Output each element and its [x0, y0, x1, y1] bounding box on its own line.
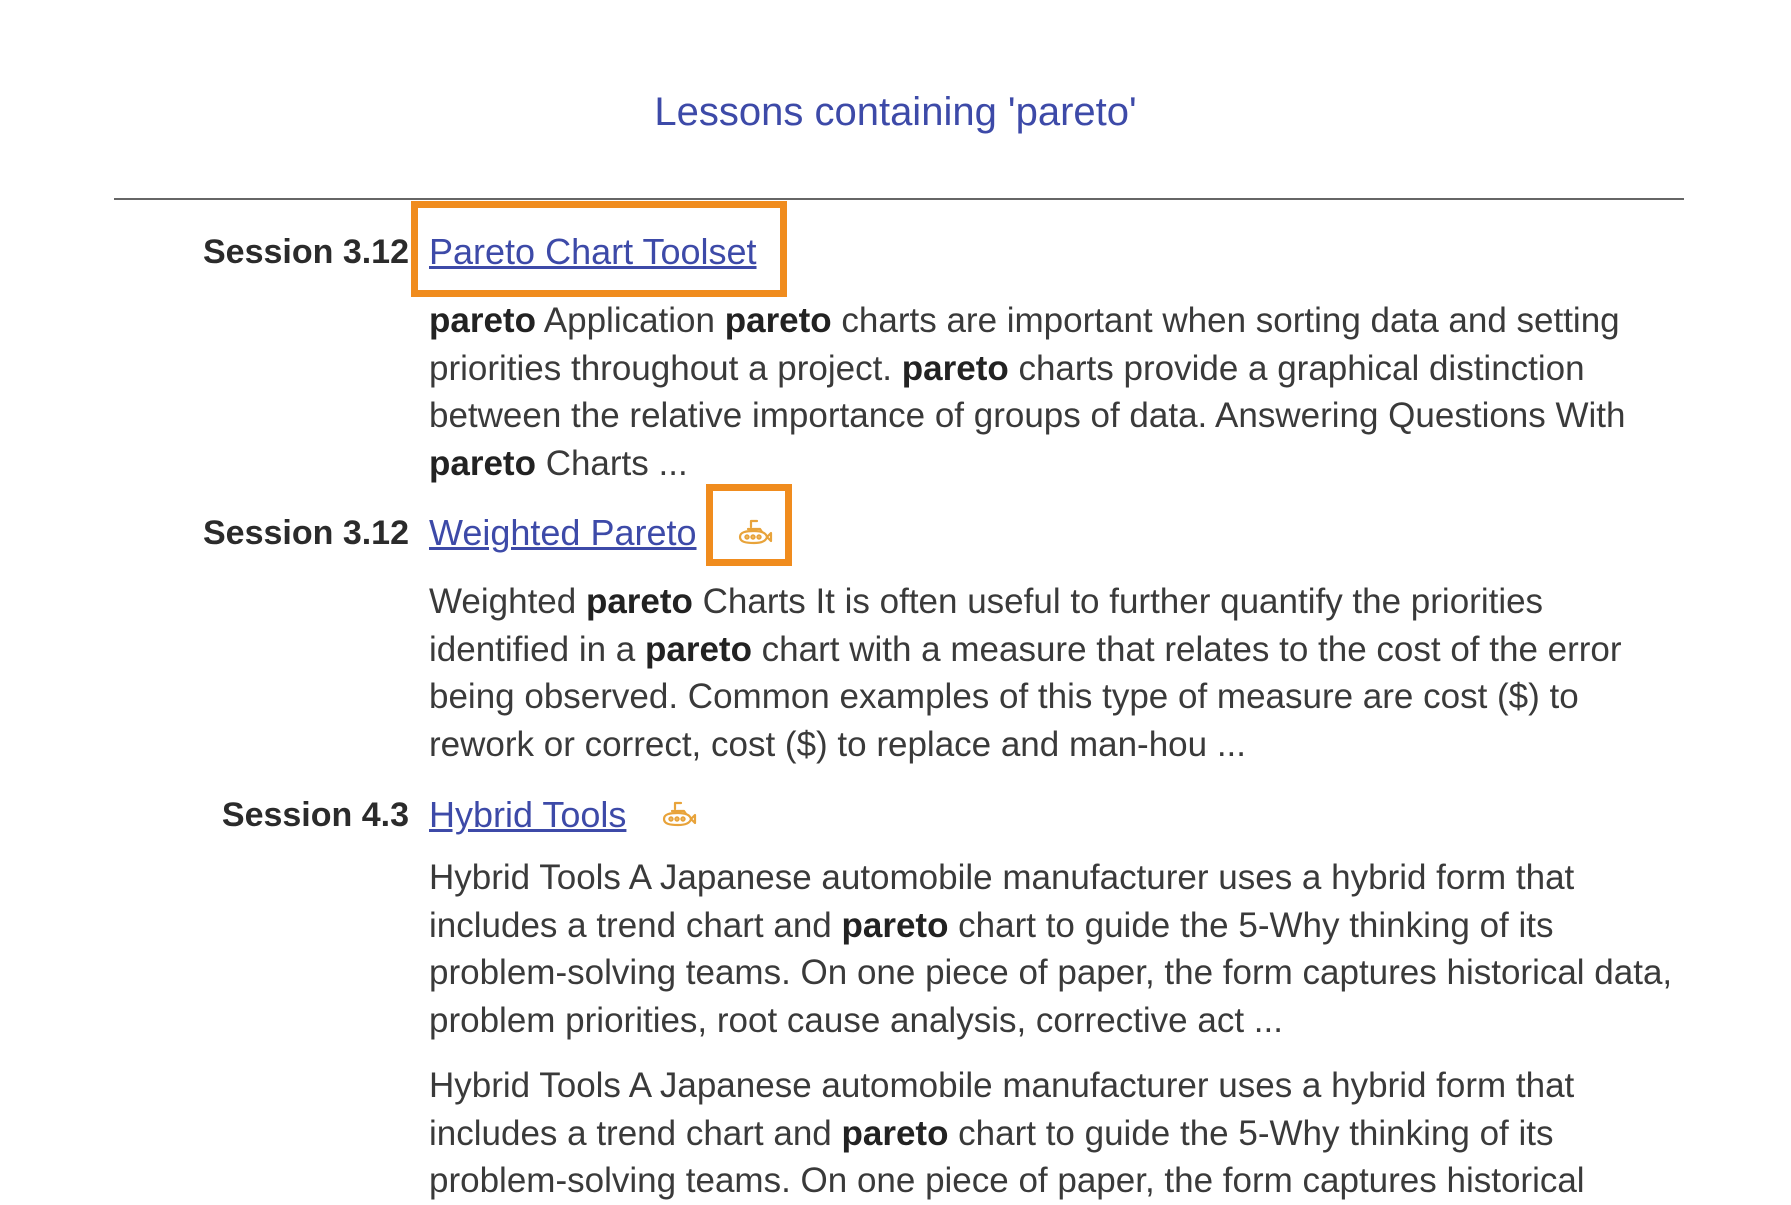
lesson-link-hybrid-tools[interactable]: Hybrid Tools [429, 792, 626, 838]
header-divider [114, 198, 1684, 200]
result-snippet: Hybrid Tools A Japanese automobile manuf… [429, 1062, 1689, 1205]
keyword-highlight: pareto [585, 582, 693, 621]
session-label: Session 3.12 [202, 233, 409, 271]
keyword-highlight: pareto [901, 348, 1009, 388]
result-snippet: Weighted pareto Charts It is often usefu… [429, 578, 1689, 768]
submarine-icon[interactable] [737, 516, 773, 550]
session-label: Session 3.12 [202, 514, 409, 552]
keyword-highlight: pareto [841, 1113, 949, 1153]
session-label: Session 4.3 [221, 796, 409, 834]
page-title: Lessons containing 'pareto' [654, 90, 1137, 134]
keyword-highlight: pareto [644, 629, 752, 669]
result-snippet: pareto Application pareto charts are imp… [429, 297, 1689, 487]
lesson-link-pareto-chart-toolset[interactable]: Pareto Chart Toolset [429, 229, 757, 275]
snippet-text: Application [535, 301, 725, 340]
snippet-text: Charts ... [535, 443, 688, 483]
result-snippet: Hybrid Tools A Japanese automobile manuf… [429, 854, 1689, 1044]
keyword-highlight: pareto [841, 905, 949, 945]
snippet-text: Weighted [429, 582, 586, 621]
keyword-highlight: pareto [429, 443, 536, 483]
keyword-highlight: pareto [724, 301, 832, 340]
keyword-highlight: pareto [429, 301, 536, 340]
lesson-link-weighted-pareto[interactable]: Weighted Pareto [429, 510, 697, 556]
submarine-icon[interactable] [661, 798, 697, 832]
